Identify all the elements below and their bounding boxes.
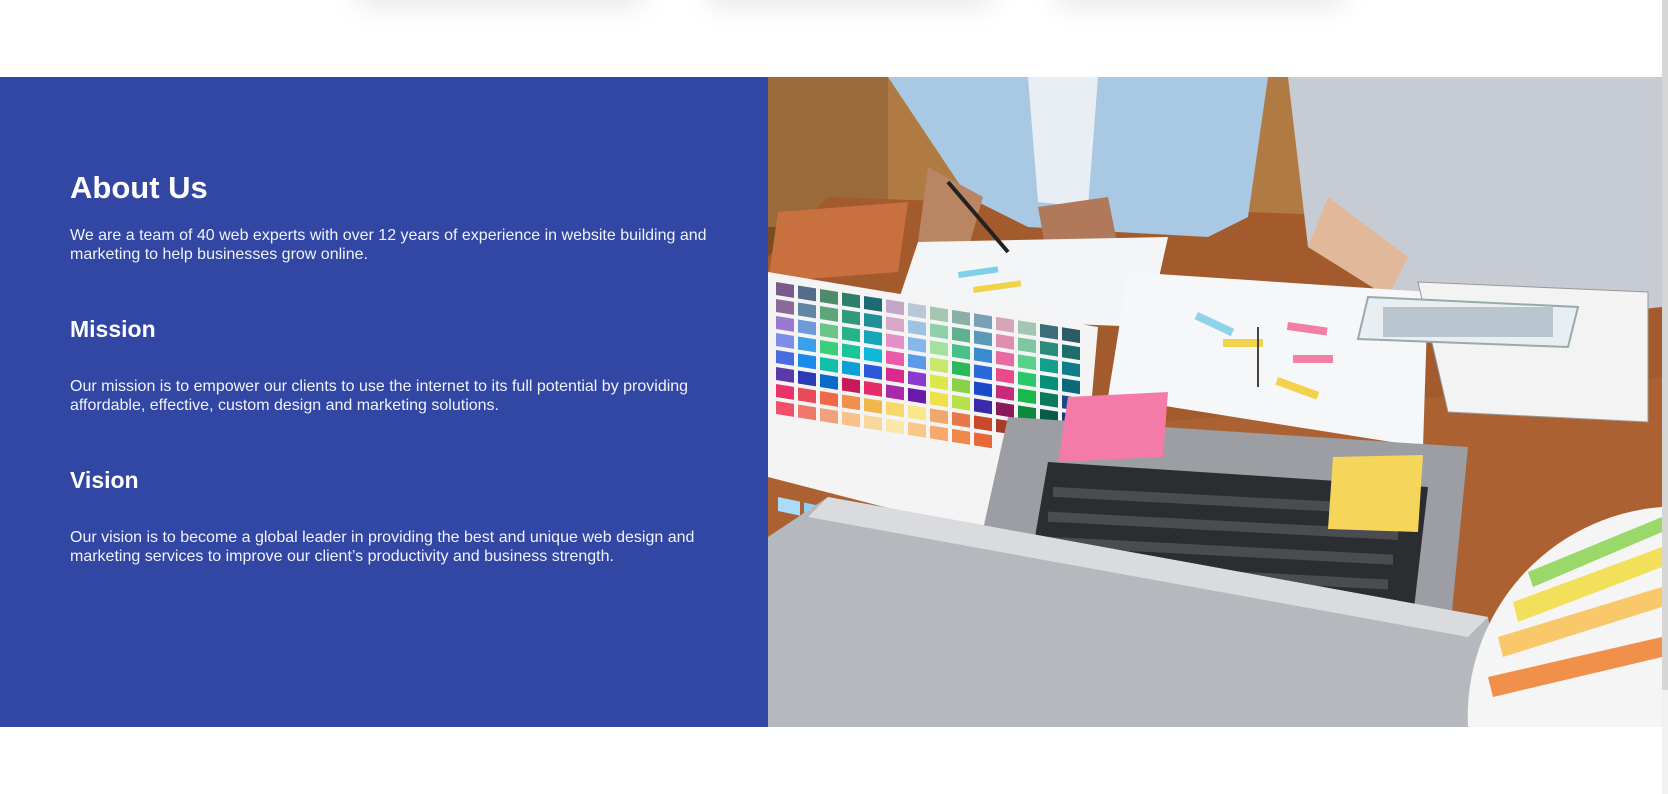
vision-title: Vision <box>70 467 139 494</box>
about-panel: About Us We are a team of 40 web experts… <box>0 77 768 727</box>
scrollbar-thumb[interactable] <box>1662 0 1668 690</box>
vision-text: Our vision is to become a global leader … <box>70 529 695 566</box>
about-section: About Us We are a team of 40 web experts… <box>0 77 1662 727</box>
workspace-illustration <box>768 77 1662 727</box>
about-photo <box>768 77 1662 727</box>
page-scrollbar[interactable] <box>1662 0 1668 794</box>
about-title: About Us <box>70 170 208 205</box>
about-intro: We are a team of 40 web experts with ove… <box>70 227 707 264</box>
mission-title: Mission <box>70 316 156 343</box>
mission-text: Our mission is to empower our clients to… <box>70 378 689 415</box>
